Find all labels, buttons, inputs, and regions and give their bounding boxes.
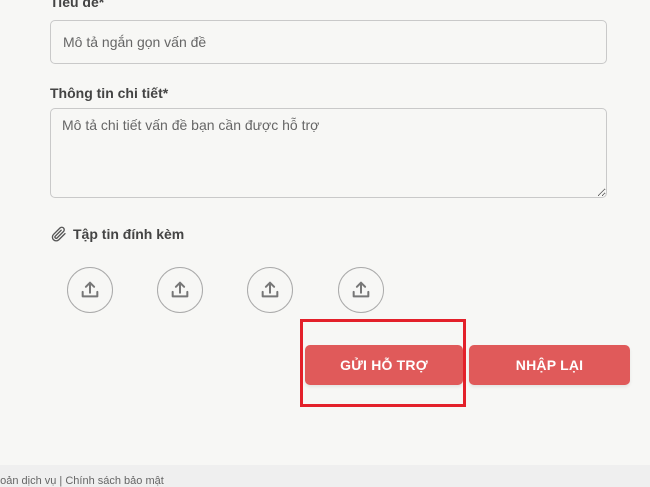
footer: hoản dịch vụ | Chính sách bảo mật: [0, 465, 650, 487]
required-mark: *: [98, 0, 105, 10]
submit-support-button[interactable]: GỬI HỖ TRỢ: [305, 345, 463, 385]
detail-label-text: Thông tin chi tiết: [50, 85, 163, 101]
upload-slot-4[interactable]: [338, 267, 384, 313]
upload-icon: [261, 281, 279, 298]
title-label-text: Tiêu đề: [50, 0, 99, 10]
reset-button[interactable]: NHẬP LẠI: [469, 345, 630, 385]
upload-slot-1[interactable]: [67, 267, 113, 313]
upload-icon: [352, 281, 370, 298]
upload-icon: [171, 281, 189, 298]
attachments-header: Tập tin đính kèm: [50, 224, 184, 244]
title-input[interactable]: [50, 20, 607, 64]
paperclip-icon: [51, 226, 66, 242]
support-form-page: Tiêu đề* Thông tin chi tiết* Tập tin đín…: [0, 0, 650, 487]
required-mark: *: [162, 85, 169, 101]
upload-icon: [81, 281, 99, 298]
attachments-label: Tập tin đính kèm: [73, 226, 185, 242]
detail-textarea[interactable]: [50, 108, 607, 198]
upload-slot-3[interactable]: [247, 267, 293, 313]
title-label: Tiêu đề*: [50, 0, 104, 10]
upload-slot-2[interactable]: [157, 267, 203, 313]
detail-label: Thông tin chi tiết*: [50, 85, 168, 101]
footer-links[interactable]: hoản dịch vụ | Chính sách bảo mật: [0, 475, 164, 487]
